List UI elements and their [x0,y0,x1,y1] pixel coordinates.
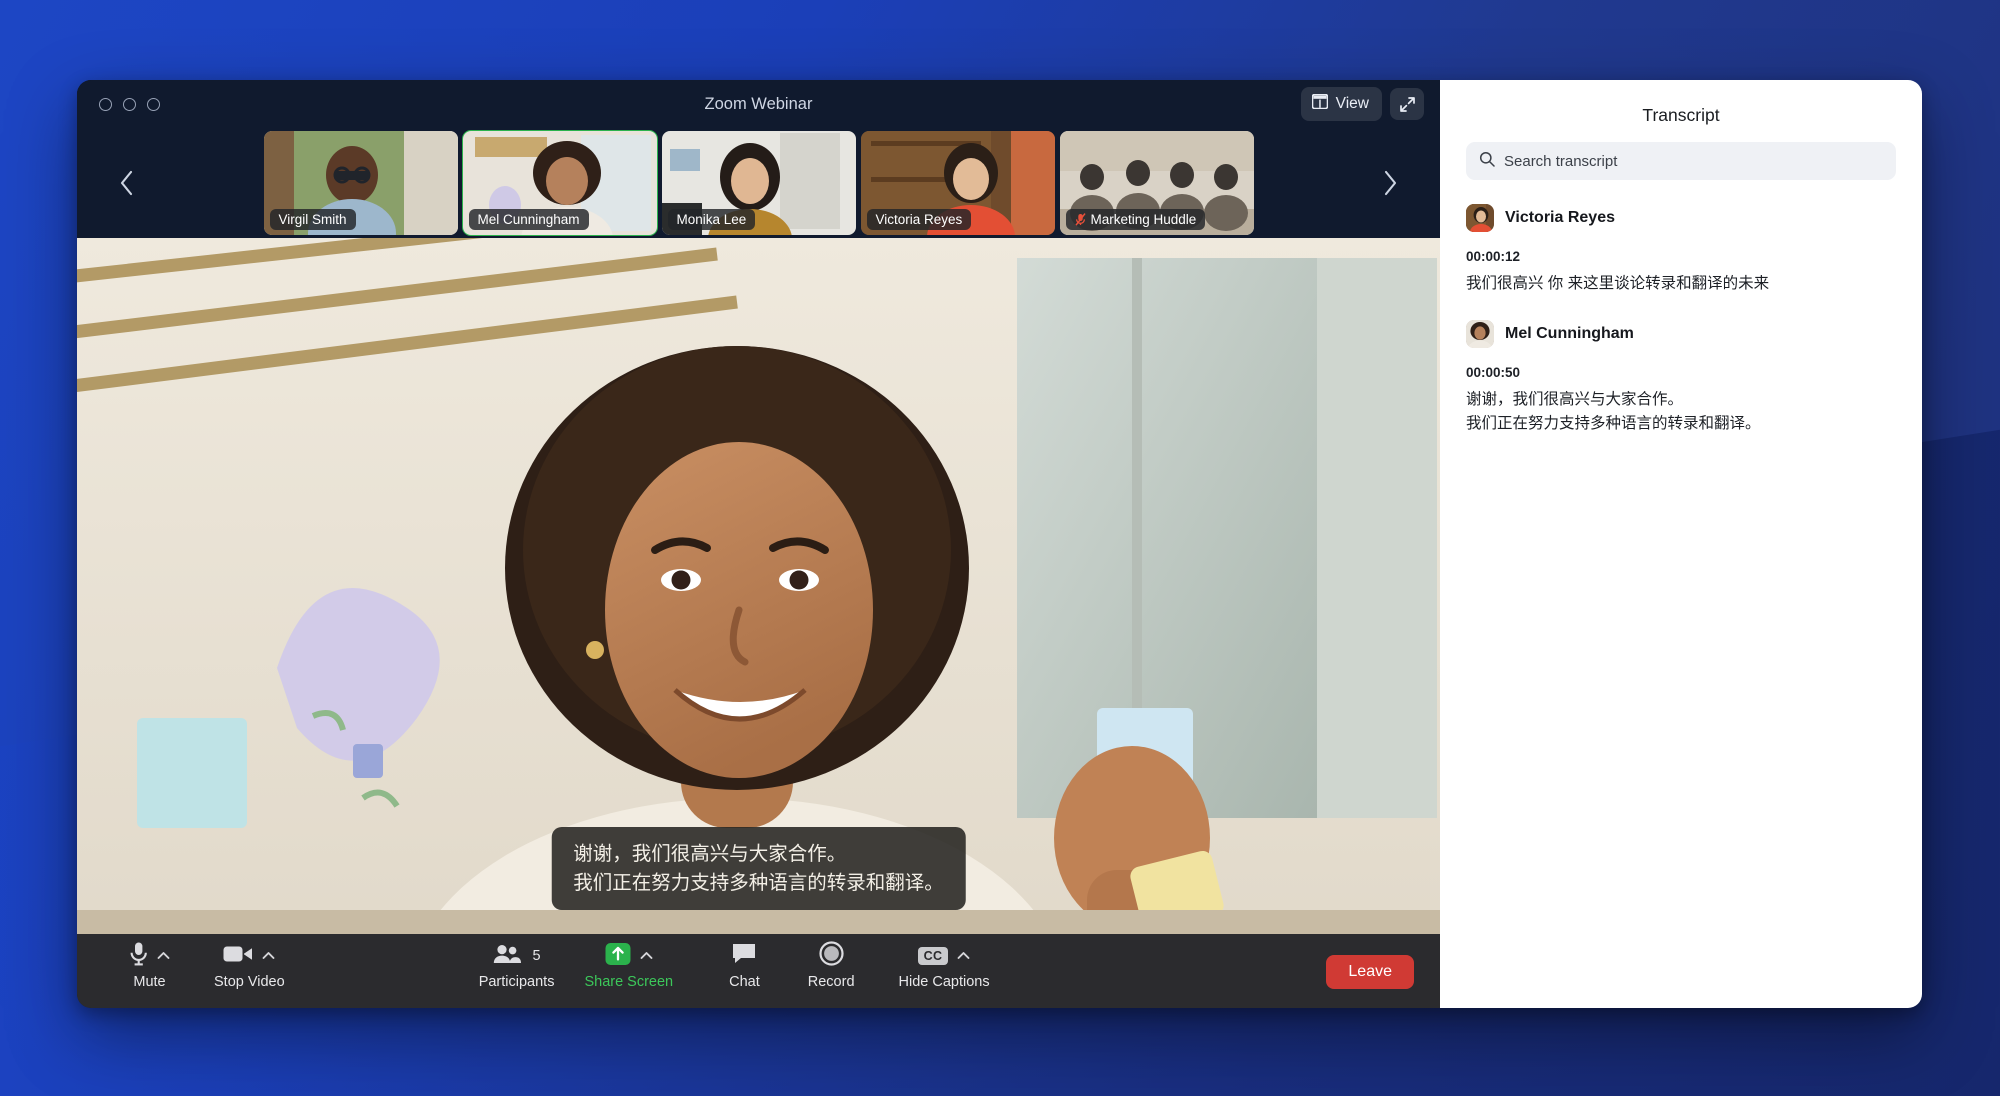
chat-button[interactable]: Chat [729,934,760,990]
transcript-speaker-name: Victoria Reyes [1505,209,1615,226]
share-options-caret-icon[interactable] [640,947,653,965]
stop-video-label: Stop Video [214,974,285,990]
share-screen-icon [605,942,631,971]
chevron-right-icon[interactable] [1370,170,1410,196]
share-screen-button[interactable]: Share Screen [584,934,673,990]
share-screen-label: Share Screen [584,974,674,990]
thumbnail-name-label: Victoria Reyes [875,212,963,227]
search-placeholder: Search transcript [1504,152,1618,170]
chat-bubble-icon [731,942,757,970]
search-transcript-input[interactable]: Search transcript [1466,142,1896,180]
transcript-timestamp: 00:00:50 [1466,365,1521,381]
thumbnail-name-tag: Mel Cunningham [468,209,589,230]
mute-options-caret-icon[interactable] [157,947,170,965]
expand-arrows-icon[interactable] [1390,88,1424,120]
main-video-stage[interactable]: 谢谢，我们很高兴与大家合作。 我们正在努力支持多种语言的转录和翻译。 [77,238,1440,934]
avatar [1466,320,1494,349]
participants-button[interactable]: 5 Participants [478,934,555,990]
participants-icon [493,944,521,969]
hide-captions-button[interactable]: CC Hide Captions [899,934,990,990]
window-title: Zoom Webinar [704,95,813,113]
maximize-window-button[interactable] [147,97,160,111]
avatar [1466,204,1494,232]
window-titlebar: Zoom Webinar View [77,80,1440,128]
chevron-left-icon[interactable] [107,170,147,196]
transcript-entry[interactable]: Victoria Reyes 00:00:12 我们很高兴 你 来这里谈论转录和… [1466,204,1896,296]
record-button[interactable]: Record [808,934,855,990]
leave-button[interactable]: Leave [1326,955,1414,989]
transcript-text: 谢谢，我们很高兴与大家合作。 我们正在努力支持多种语言的转录和翻译。 [1466,391,1761,433]
record-circle-icon [819,941,844,971]
mute-label: Mute [133,974,166,990]
transcript-title: Transcript [1642,105,1720,125]
participant-thumbnail-mel-cunningham[interactable]: Mel Cunningham [461,130,658,236]
participant-thumbnail-victoria-reyes[interactable]: Victoria Reyes [860,131,1055,235]
video-camera-icon [223,944,253,969]
close-window-button[interactable] [99,97,112,111]
controls-group: Mute Stop Video 5 Participants Share Scr… [77,934,1440,1008]
thumbnail-name-tag: Marketing Huddle [1065,209,1206,230]
participant-thumbnail-marketing-huddle[interactable]: Marketing Huddle [1059,131,1254,235]
live-caption-overlay: 谢谢，我们很高兴与大家合作。 我们正在努力支持多种语言的转录和翻译。 [551,827,966,910]
layout-grid-icon [1311,93,1328,114]
chat-label: Chat [729,974,760,990]
thumbnail-name-label: Monika Lee [676,212,747,227]
participant-filmstrip: Virgil Smith Mel Cunningham Monika Lee V… [77,128,1440,238]
desktop-background: Zoom Webinar View Virgil Smith Mel Cunni… [0,0,2000,1096]
minimize-window-button[interactable] [123,97,136,111]
participants-label: Participants [478,974,555,990]
view-button[interactable]: View [1300,87,1382,121]
closed-captions-icon: CC [917,947,949,965]
thumbnail-name-tag: Victoria Reyes [866,209,972,230]
thumbnail-name-label: Marketing Huddle [1090,212,1197,227]
thumbnail-name-label: Virgil Smith [278,212,347,227]
stop-video-button[interactable]: Stop Video [214,934,285,990]
transcript-entry[interactable]: Mel Cunningham 00:00:50 谢谢，我们很高兴与大家合作。 我… [1466,320,1896,436]
transcript-text: 我们很高兴 你 来这里谈论转录和翻译的未来 [1466,275,1770,292]
thumbnail-list: Virgil Smith Mel Cunningham Monika Lee V… [147,130,1370,236]
traffic-lights [99,97,160,111]
transcript-timestamp: 00:00:12 [1466,249,1521,264]
hide-captions-label: Hide Captions [898,974,990,990]
titlebar-right-controls: View [1300,80,1424,128]
meeting-controls-toolbar: Mute Stop Video 5 Participants Share Scr… [77,934,1440,1008]
thumbnail-name-tag: Monika Lee [667,209,756,230]
transcript-speaker-name: Mel Cunningham [1505,325,1634,343]
transcript-entry-header: Victoria Reyes [1466,204,1896,232]
view-button-label: View [1335,95,1369,112]
participants-count: 5 [532,948,541,964]
thumbnail-name-tag: Virgil Smith [269,209,356,230]
microphone-icon [129,941,148,971]
search-icon [1479,151,1495,172]
zoom-webinar-window: Zoom Webinar View Virgil Smith Mel Cunni… [77,80,1922,1008]
microphone-muted-icon [1074,213,1086,226]
captions-options-caret-icon[interactable] [957,947,970,965]
participant-thumbnail-monika-lee[interactable]: Monika Lee [661,131,856,235]
transcript-panel: Transcript Search transcript Victoria Re… [1440,80,1922,1008]
video-options-caret-icon[interactable] [262,947,275,965]
meeting-pane: Zoom Webinar View Virgil Smith Mel Cunni… [77,80,1440,1008]
transcript-entry-header: Mel Cunningham [1466,320,1896,349]
participant-thumbnail-virgil-smith[interactable]: Virgil Smith [263,131,458,235]
thumbnail-name-label: Mel Cunningham [477,212,580,227]
record-label: Record [807,974,855,990]
active-speaker-video [77,238,1440,910]
mute-button[interactable]: Mute [129,934,170,990]
